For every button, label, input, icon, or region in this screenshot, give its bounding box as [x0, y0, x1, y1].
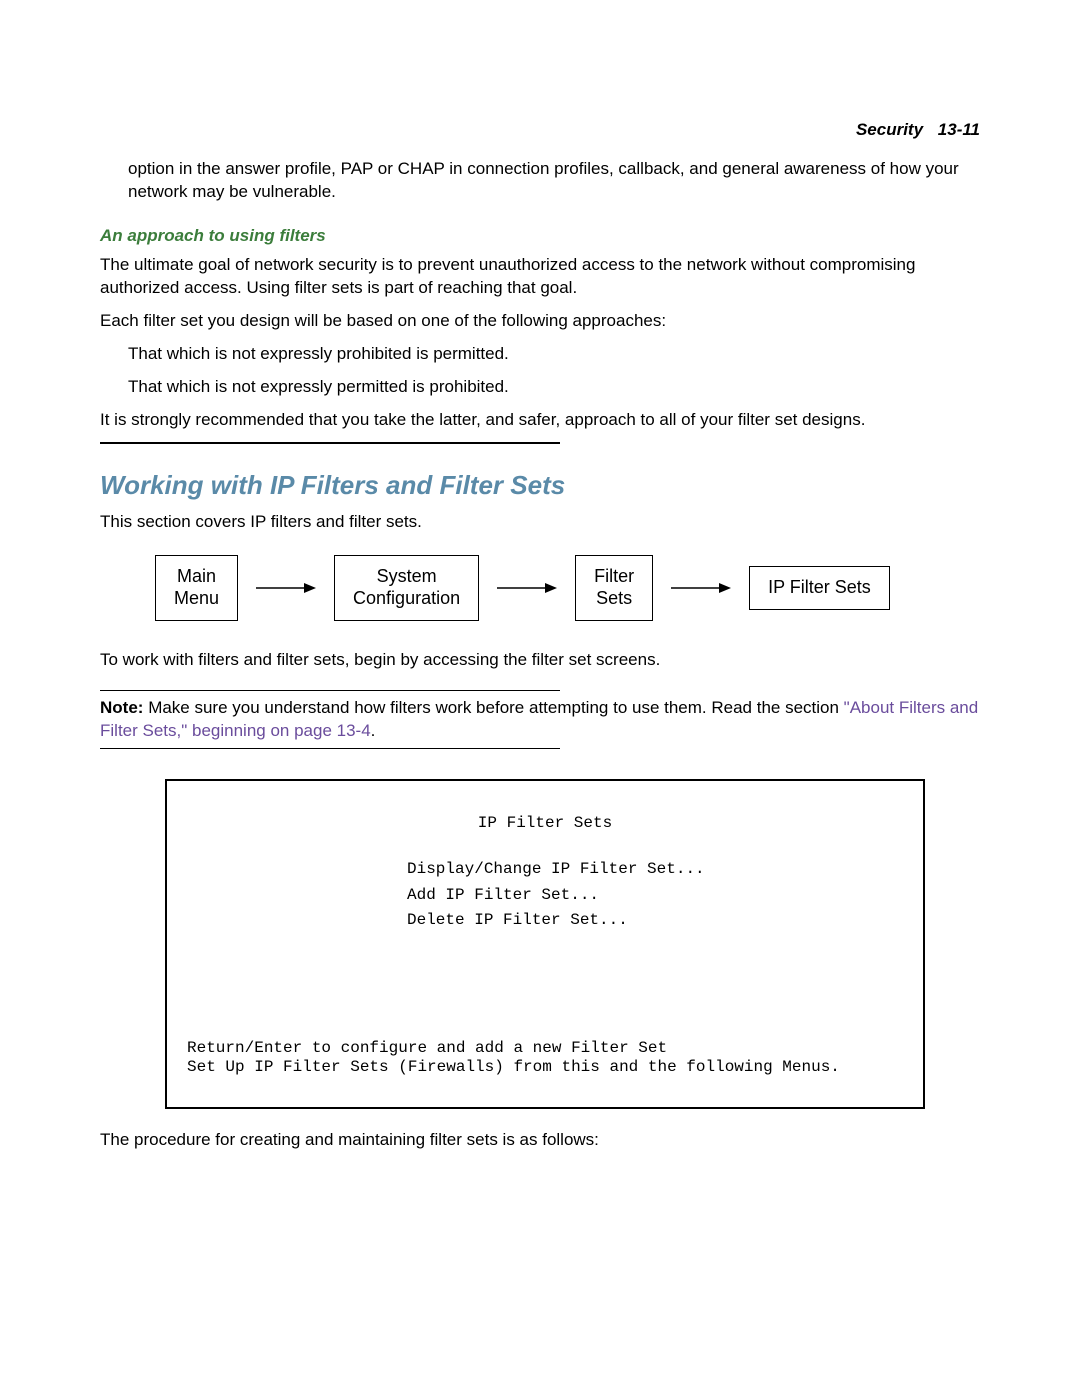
sub-heading-approach: An approach to using filters — [100, 226, 980, 246]
navigation-flow: Main Menu System Configuration Filter Se… — [155, 555, 980, 620]
nav-box-ip-filter-sets: IP Filter Sets — [749, 566, 890, 610]
terminal-menu: Display/Change IP Filter Set... Add IP F… — [407, 857, 903, 934]
section-heading-working: Working with IP Filters and Filter Sets — [100, 470, 980, 501]
note-text: Note: Make sure you understand how filte… — [100, 697, 980, 743]
arrow-icon — [256, 582, 316, 594]
arrow-icon — [497, 582, 557, 594]
nav-box-filter-sets: Filter Sets — [575, 555, 653, 620]
nav-box-system-configuration: System Configuration — [334, 555, 479, 620]
chapter-name: Security — [856, 120, 923, 139]
nav-box-main-menu: Main Menu — [155, 555, 238, 620]
nav-box-line: System — [353, 566, 460, 588]
note-before-link: Make sure you understand how filters wor… — [148, 698, 843, 717]
paragraph-to-work: To work with filters and filter sets, be… — [100, 649, 980, 672]
document-page: Security 13-11 option in the answer prof… — [0, 0, 1080, 1397]
bullet-permitted: That which is not expressly prohibited i… — [128, 343, 980, 366]
terminal-menu-item: Delete IP Filter Set... — [407, 908, 903, 934]
terminal-footer-line: Set Up IP Filter Sets (Firewalls) from t… — [187, 1058, 840, 1077]
note-block: Note: Make sure you understand how filte… — [100, 690, 980, 750]
intro-continuation: option in the answer profile, PAP or CHA… — [128, 158, 980, 204]
nav-box-line: Sets — [594, 588, 634, 610]
terminal-screen: IP Filter Sets Display/Change IP Filter … — [165, 779, 925, 1109]
paragraph-each: Each filter set you design will be based… — [100, 310, 980, 333]
bullet-prohibited: That which is not expressly permitted is… — [128, 376, 980, 399]
running-head: Security 13-11 — [100, 120, 980, 140]
terminal-menu-item: Display/Change IP Filter Set... — [407, 857, 903, 883]
nav-box-line: Configuration — [353, 588, 460, 610]
arrow-icon — [671, 582, 731, 594]
terminal-footer-line: Return/Enter to configure and add a new … — [187, 1039, 840, 1058]
note-after-link: . — [371, 721, 376, 740]
terminal-menu-item: Add IP Filter Set... — [407, 883, 903, 909]
nav-box-line: Menu — [174, 588, 219, 610]
nav-box-line: IP Filter Sets — [768, 577, 871, 599]
paragraph-covers: This section covers IP filters and filte… — [100, 511, 980, 534]
note-rule-top — [100, 690, 560, 691]
nav-box-line: Main — [174, 566, 219, 588]
terminal-title: IP Filter Sets — [187, 811, 903, 837]
paragraph-procedure: The procedure for creating and maintaini… — [100, 1129, 980, 1152]
nav-box-line: Filter — [594, 566, 634, 588]
note-label: Note: — [100, 698, 143, 717]
page-number: 13-11 — [938, 120, 980, 139]
paragraph-goal: The ultimate goal of network security is… — [100, 254, 980, 300]
section-rule — [100, 442, 560, 444]
paragraph-recommend: It is strongly recommended that you take… — [100, 409, 980, 432]
terminal-footer: Return/Enter to configure and add a new … — [187, 1039, 840, 1077]
note-rule-bottom — [100, 748, 560, 749]
